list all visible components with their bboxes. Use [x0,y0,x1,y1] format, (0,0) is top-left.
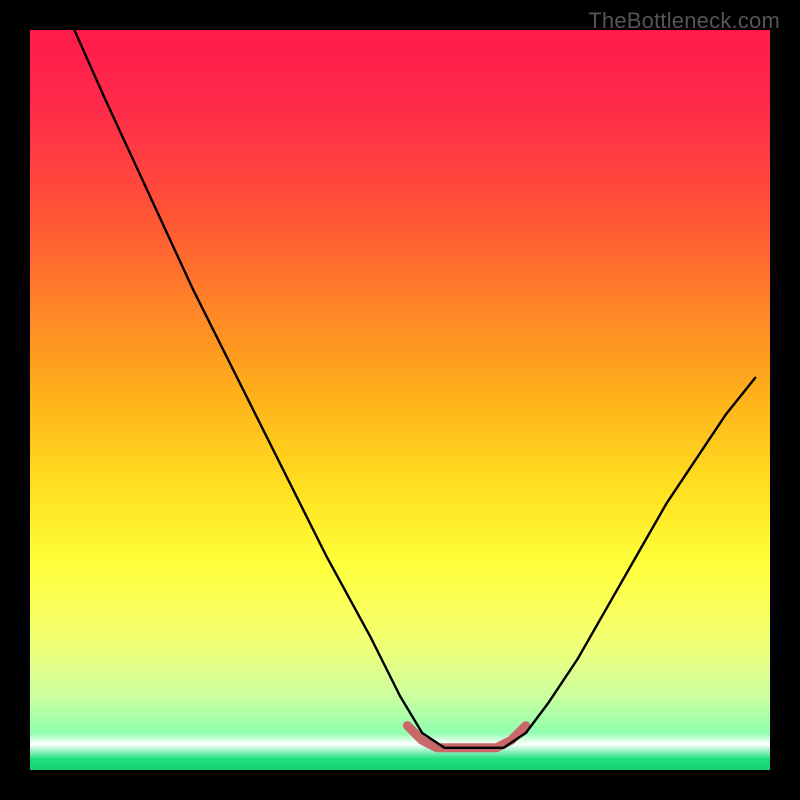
bottleneck-curve [74,30,755,748]
chart-frame: TheBottleneck.com [0,0,800,800]
plot-area [30,30,770,770]
curve-layer [30,30,770,770]
